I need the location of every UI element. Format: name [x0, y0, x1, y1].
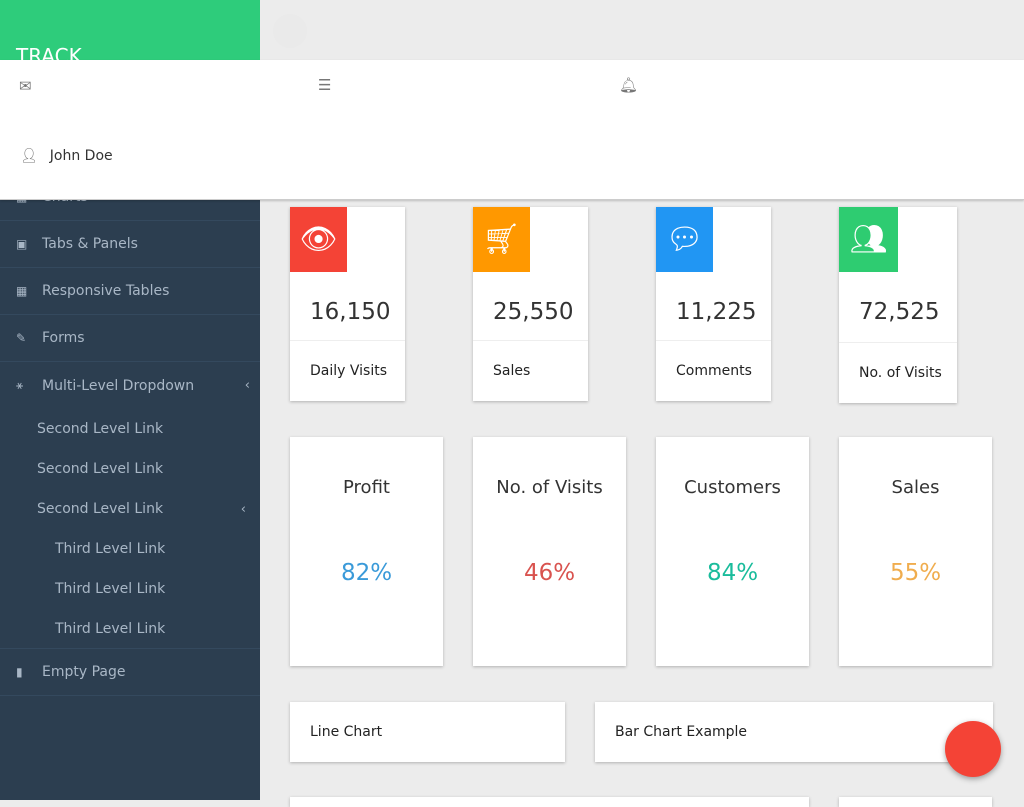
- comments-icon: 💬︎: [656, 207, 713, 272]
- sidebar-item-label: Tabs & Panels: [42, 236, 138, 252]
- link-label: Second Level Link: [37, 501, 164, 517]
- percent-card: Customers 84%: [656, 437, 809, 666]
- chevron-left-icon: ‹: [244, 378, 250, 393]
- sidebar-item-forms[interactable]: ✎ Forms: [0, 315, 260, 362]
- panel-title: Bar Chart Example: [615, 724, 748, 740]
- envelope-icon[interactable]: ✉: [19, 77, 32, 95]
- percent-value: 84%: [706, 560, 759, 586]
- card-title: Customers: [684, 477, 781, 498]
- brand-logo[interactable]: TRACK: [0, 0, 260, 60]
- sidebar-item-label: Multi-Level Dropdown: [42, 377, 195, 394]
- file-icon: ▮: [16, 665, 23, 679]
- line-chart-panel: Line Chart: [290, 702, 565, 762]
- percent-value: 55%: [889, 560, 942, 586]
- link-label: Second Level Link: [37, 421, 164, 437]
- second-level-link[interactable]: Second Level Link ‹: [0, 489, 260, 529]
- link-label: Third Level Link: [55, 620, 166, 637]
- link-label: Third Level Link: [55, 541, 166, 557]
- shopping-cart-icon: 🛒︎: [473, 207, 530, 272]
- bar-chart-panel: Bar Chart Example: [595, 702, 993, 762]
- sidebar-item-empty-page[interactable]: ▮ Empty Page: [0, 649, 260, 696]
- third-level-link[interactable]: Third Level Link: [0, 569, 260, 609]
- stat-label: Daily Visits: [290, 340, 405, 401]
- link-label: Third Level Link: [55, 581, 166, 597]
- stat-label: No. of Visits: [839, 342, 957, 403]
- user-icon: 👤︎: [20, 148, 38, 164]
- percent-value: 46%: [523, 560, 576, 586]
- second-level-link[interactable]: Second Level Link: [0, 449, 260, 489]
- chevron-left-icon: ‹: [240, 501, 246, 517]
- stat-card: 👁︎ 16,150 Daily Visits: [290, 207, 405, 401]
- third-level-link[interactable]: Third Level Link: [0, 529, 260, 569]
- panel: [839, 797, 992, 807]
- stat-label: Comments: [656, 340, 771, 401]
- sidebar-item-multi-level-dropdown[interactable]: ⚹ Multi-Level Dropdown ‹: [0, 362, 260, 409]
- sitemap-icon: ⚹: [16, 378, 24, 392]
- stat-value: 16,150: [310, 299, 391, 325]
- top-dropdown-menu: ✉ ☰ 🔔︎ 👤︎ John Doe: [0, 60, 1024, 200]
- sidebar-item-label: Responsive Tables: [42, 283, 170, 299]
- stat-value: 25,550: [493, 299, 574, 325]
- bell-icon[interactable]: 🔔︎: [619, 76, 638, 94]
- floating-action-button[interactable]: [945, 721, 1001, 777]
- user-name: John Doe: [49, 148, 113, 164]
- sidebar-nav: ▦Charts ▣Tabs & Panels ▦Responsive Table…: [0, 174, 260, 696]
- users-icon: 👥︎: [839, 207, 898, 272]
- card-title: Profit: [343, 477, 390, 498]
- card-title: Sales: [891, 477, 940, 498]
- user-menu[interactable]: 👤︎ John Doe: [20, 148, 113, 164]
- qrcode-icon: ▣: [16, 237, 28, 251]
- stat-card: 🛒︎ 25,550 Sales: [473, 207, 588, 401]
- sidebar-item-label: Forms: [42, 330, 85, 346]
- stat-value: 11,225: [676, 299, 757, 325]
- percent-value: 82%: [340, 560, 393, 586]
- stat-value: 72,525: [859, 299, 940, 325]
- sidebar-item-label: Empty Page: [42, 664, 126, 680]
- tasks-icon[interactable]: ☰: [318, 76, 331, 94]
- stat-label: Sales: [473, 340, 588, 401]
- percent-card: Sales 55%: [839, 437, 992, 666]
- edit-icon: ✎: [16, 331, 27, 345]
- percent-card: Profit 82%: [290, 437, 443, 666]
- stat-card: 👥︎ 72,525 No. of Visits: [839, 207, 957, 403]
- table-icon: ▦: [16, 284, 28, 298]
- second-level-link[interactable]: Second Level Link: [0, 409, 260, 449]
- third-level-link[interactable]: Third Level Link: [0, 609, 260, 649]
- sidebar-item-tabs-panels[interactable]: ▣ Tabs & Panels: [0, 221, 260, 268]
- panel-title: Line Chart: [310, 724, 383, 740]
- stat-card: 💬︎ 11,225 Comments: [656, 207, 771, 401]
- panel: [290, 797, 809, 807]
- eye-icon: 👁︎: [290, 207, 347, 272]
- sidebar-item-responsive-tables[interactable]: ▦ Responsive Tables: [0, 268, 260, 315]
- link-label: Second Level Link: [37, 461, 164, 477]
- avatar[interactable]: [273, 14, 307, 48]
- card-title: No. of Visits: [496, 477, 603, 498]
- percent-card: No. of Visits 46%: [473, 437, 626, 666]
